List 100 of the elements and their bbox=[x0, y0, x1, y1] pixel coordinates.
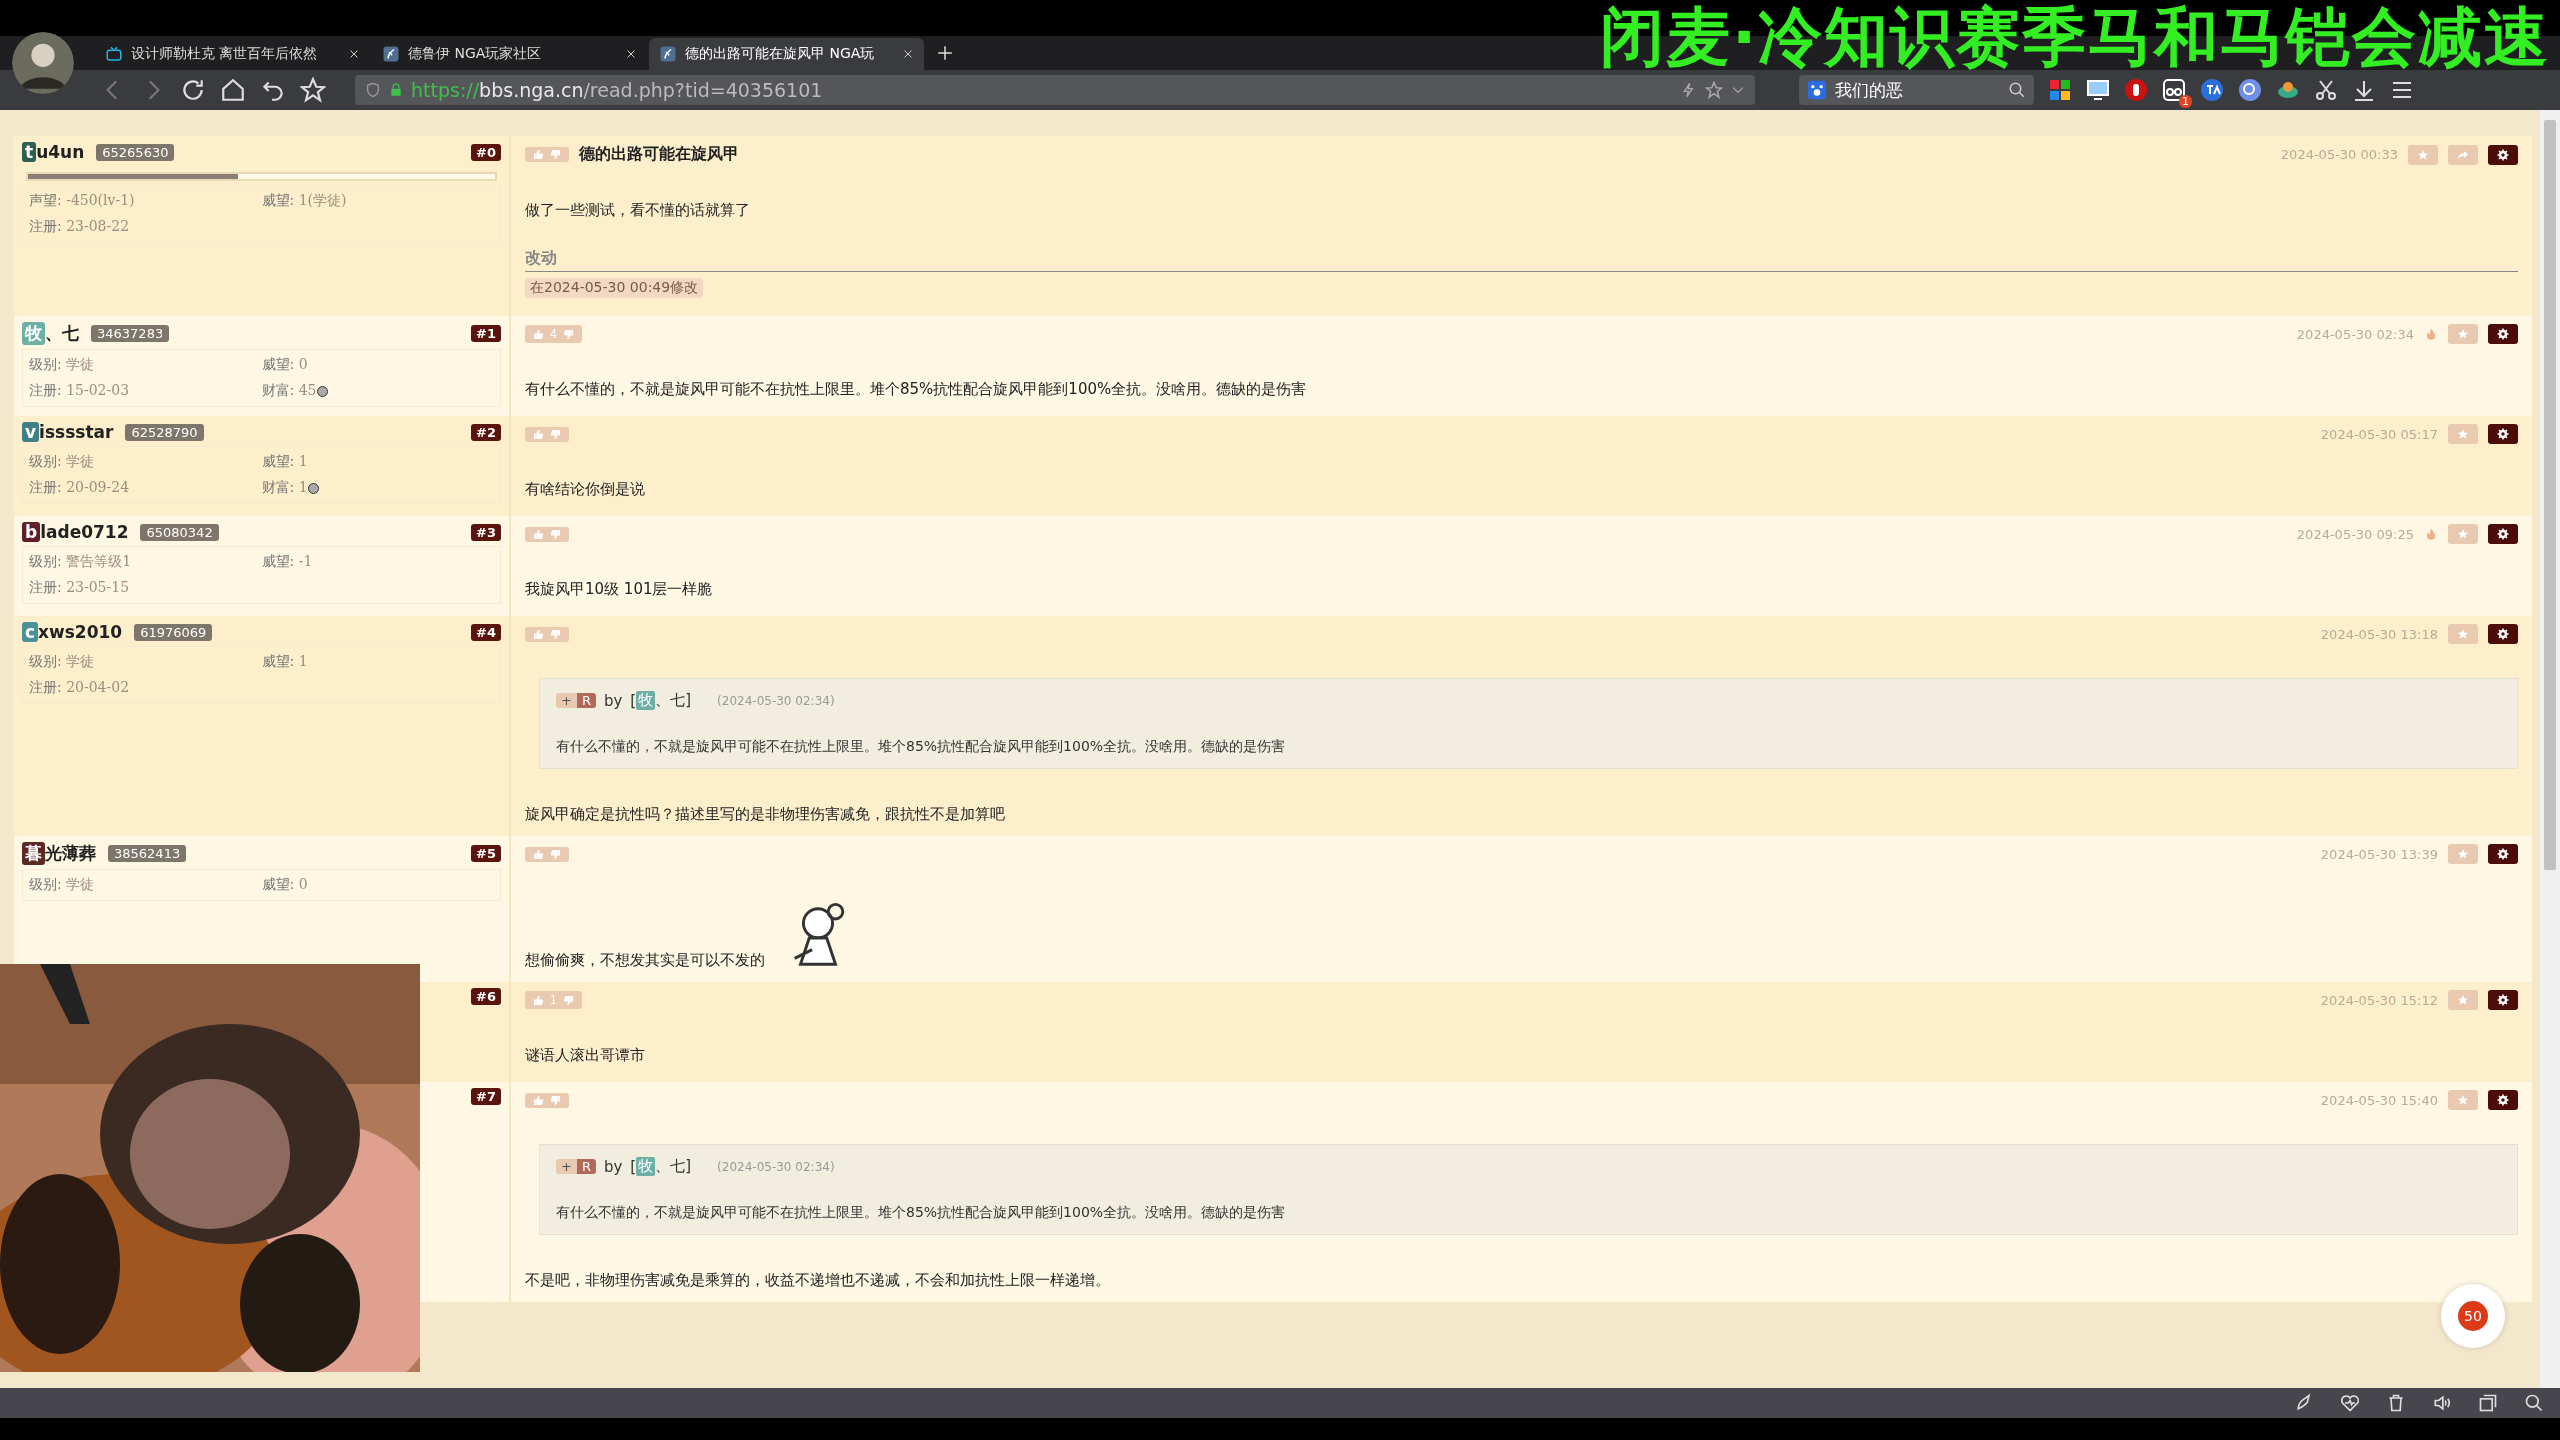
lock-icon bbox=[389, 83, 403, 97]
count-badge: 50 bbox=[2458, 1301, 2488, 1331]
post-time: 2024-05-30 09:25 bbox=[2296, 526, 2414, 542]
star-icon bbox=[2457, 428, 2469, 440]
floor-number-badge: #6 bbox=[471, 988, 501, 1005]
browser-tab[interactable]: 德鲁伊 NGA玩家社区 bbox=[372, 38, 647, 70]
site-logo-icon bbox=[382, 45, 400, 63]
settings-button[interactable] bbox=[2488, 624, 2518, 644]
username-link[interactable]: 暮 光薄葬 bbox=[22, 842, 96, 865]
settings-button[interactable] bbox=[2488, 424, 2518, 444]
search-field[interactable]: 我们的恶 bbox=[1799, 75, 2034, 105]
floor-number-badge: #2 bbox=[471, 423, 501, 441]
close-icon[interactable] bbox=[902, 48, 914, 60]
settings-icon bbox=[2497, 848, 2509, 860]
settings-button[interactable] bbox=[2488, 990, 2518, 1010]
user-stat: 注册: 20-09-24 bbox=[29, 479, 130, 495]
user-id-badge: 65080342 bbox=[140, 523, 219, 541]
post-time: 2024-05-30 02:34 bbox=[2296, 326, 2414, 342]
trash-icon[interactable] bbox=[2386, 1393, 2406, 1413]
settings-button[interactable] bbox=[2488, 1090, 2518, 1110]
user-stat: 威望: 0 bbox=[261, 356, 308, 372]
floating-button[interactable]: 50 bbox=[2441, 1284, 2505, 1348]
share-icon bbox=[2457, 148, 2469, 161]
thumbs-up-icon bbox=[533, 149, 544, 160]
close-icon[interactable] bbox=[625, 48, 637, 60]
browser-tab[interactable]: 德的出路可能在旋风甲 NGA玩 bbox=[649, 38, 924, 70]
quote-text: 有什么不懂的，不就是旋风甲可能不在抗性上限里。堆个85%抗性配合旋风甲能到100%全抗。没啥用。德缺的是伤害 bbox=[556, 738, 1287, 756]
new-tab-icon[interactable] bbox=[936, 44, 954, 62]
thumbs-up-icon bbox=[533, 848, 544, 860]
thumbs-up-icon bbox=[533, 994, 544, 1006]
scrollbar[interactable] bbox=[2540, 110, 2560, 1388]
post-text: 做了一些测试，看不懂的话就算了 bbox=[525, 201, 750, 220]
quote-time: (2024-05-30 02:34) bbox=[717, 693, 835, 708]
author-link[interactable]: [牧、七] bbox=[630, 1157, 692, 1176]
star-icon bbox=[2457, 328, 2469, 340]
thumbs-down-icon bbox=[562, 328, 574, 340]
user-stat: 注册: 23-08-22 bbox=[29, 218, 130, 234]
thumbs-up-icon bbox=[533, 328, 544, 340]
username-link[interactable]: c xws2010 bbox=[22, 622, 123, 642]
expand-button[interactable]: + bbox=[556, 693, 577, 708]
user-stat: 级别: 学徒 bbox=[29, 653, 95, 669]
close-icon[interactable] bbox=[348, 48, 360, 60]
settings-button[interactable] bbox=[2488, 324, 2518, 344]
settings-icon bbox=[2497, 1094, 2509, 1106]
star-icon bbox=[2417, 148, 2429, 161]
thumbs-up-icon bbox=[533, 528, 544, 540]
settings-icon bbox=[2497, 994, 2509, 1006]
post-time: 2024-05-30 13:18 bbox=[2320, 626, 2438, 642]
post-time: 2024-05-30 13:39 bbox=[2320, 846, 2438, 862]
user-stat: 威望: 1(学徒) bbox=[261, 192, 347, 208]
post-text: 不是吧，非物理伤害减免是乘算的，收益不递增也不递减，不会和加抗性上限一样递增。 bbox=[525, 1271, 1110, 1290]
floor-number-badge: #7 bbox=[471, 1088, 501, 1105]
address-field[interactable]: https://bbs.nga.cn/read.php?tid=40356101 bbox=[355, 75, 1755, 105]
post-time: 2024-05-30 15:40 bbox=[2320, 1092, 2438, 1108]
author-link[interactable]: [牧、七] bbox=[630, 691, 692, 710]
username-link[interactable]: 牧 、七 bbox=[22, 322, 79, 345]
speaker-icon[interactable] bbox=[2432, 1393, 2452, 1413]
user-stat: 财富: 45 bbox=[261, 382, 317, 398]
user-id-badge: 34637283 bbox=[91, 325, 170, 342]
post-time: 2024-05-30 00:33 bbox=[2280, 147, 2398, 162]
grid-icon[interactable] bbox=[2048, 78, 2072, 102]
user-stat: 注册: 20-04-02 bbox=[29, 679, 130, 695]
scissors-icon[interactable] bbox=[2314, 78, 2338, 102]
download-icon[interactable] bbox=[2352, 78, 2376, 102]
edit-note: 在2024-05-30 00:49修改 bbox=[525, 278, 704, 298]
reload-icon[interactable] bbox=[180, 77, 206, 103]
post-time: 2024-05-30 15:12 bbox=[2320, 992, 2438, 1008]
settings-button[interactable] bbox=[2488, 844, 2518, 864]
username-link[interactable]: b lade0712 bbox=[22, 522, 129, 542]
post-text: 旋风甲确定是抗性吗？描述里写的是非物理伤害减免，跟抗性不是加算吧 bbox=[525, 805, 1005, 824]
user-stat: 注册: 23-05-15 bbox=[29, 579, 130, 595]
expand-button[interactable]: + bbox=[556, 1159, 577, 1174]
translate-icon[interactable] bbox=[2200, 78, 2224, 102]
shield-icon bbox=[365, 82, 381, 98]
thumbs-down-icon bbox=[550, 628, 561, 640]
heart-pulse-icon[interactable] bbox=[2340, 1393, 2360, 1413]
tv-icon bbox=[105, 45, 123, 63]
username-link[interactable]: t u4un bbox=[22, 142, 85, 162]
settings-button[interactable] bbox=[2488, 144, 2518, 165]
home-icon[interactable] bbox=[220, 77, 246, 103]
user-stat: 威望: 0 bbox=[261, 876, 308, 892]
settings-icon bbox=[2497, 628, 2509, 640]
user-stat: 声望: -450(lv-1) bbox=[29, 192, 135, 208]
search-icon[interactable] bbox=[2008, 81, 2026, 99]
search-icon[interactable] bbox=[2524, 1393, 2544, 1413]
post-text: 有什么不懂的，不就是旋风甲可能不在抗性上限里。堆个85%抗性配合旋风甲能到100%全抗。没啥用。德缺的是伤害 bbox=[525, 380, 1307, 399]
monitor-icon[interactable] bbox=[2086, 78, 2110, 102]
browser-tab[interactable]: 设计师勒杜克 离世百年后依然 bbox=[95, 38, 370, 70]
floor-number-badge: #3 bbox=[471, 523, 501, 541]
site-logo-icon bbox=[659, 45, 677, 63]
settings-button[interactable] bbox=[2488, 524, 2518, 544]
user-id-badge: 38562413 bbox=[108, 845, 187, 862]
window-icon[interactable] bbox=[2478, 1393, 2498, 1413]
username-link[interactable]: v isssstar bbox=[22, 422, 114, 442]
star-icon[interactable] bbox=[1705, 81, 1723, 99]
post-time: 2024-05-30 05:17 bbox=[2320, 426, 2438, 442]
user-stat: 威望: 1 bbox=[261, 453, 308, 469]
star-icon bbox=[2457, 528, 2469, 540]
star-icon bbox=[2457, 1094, 2469, 1106]
star-icon bbox=[2457, 848, 2469, 860]
